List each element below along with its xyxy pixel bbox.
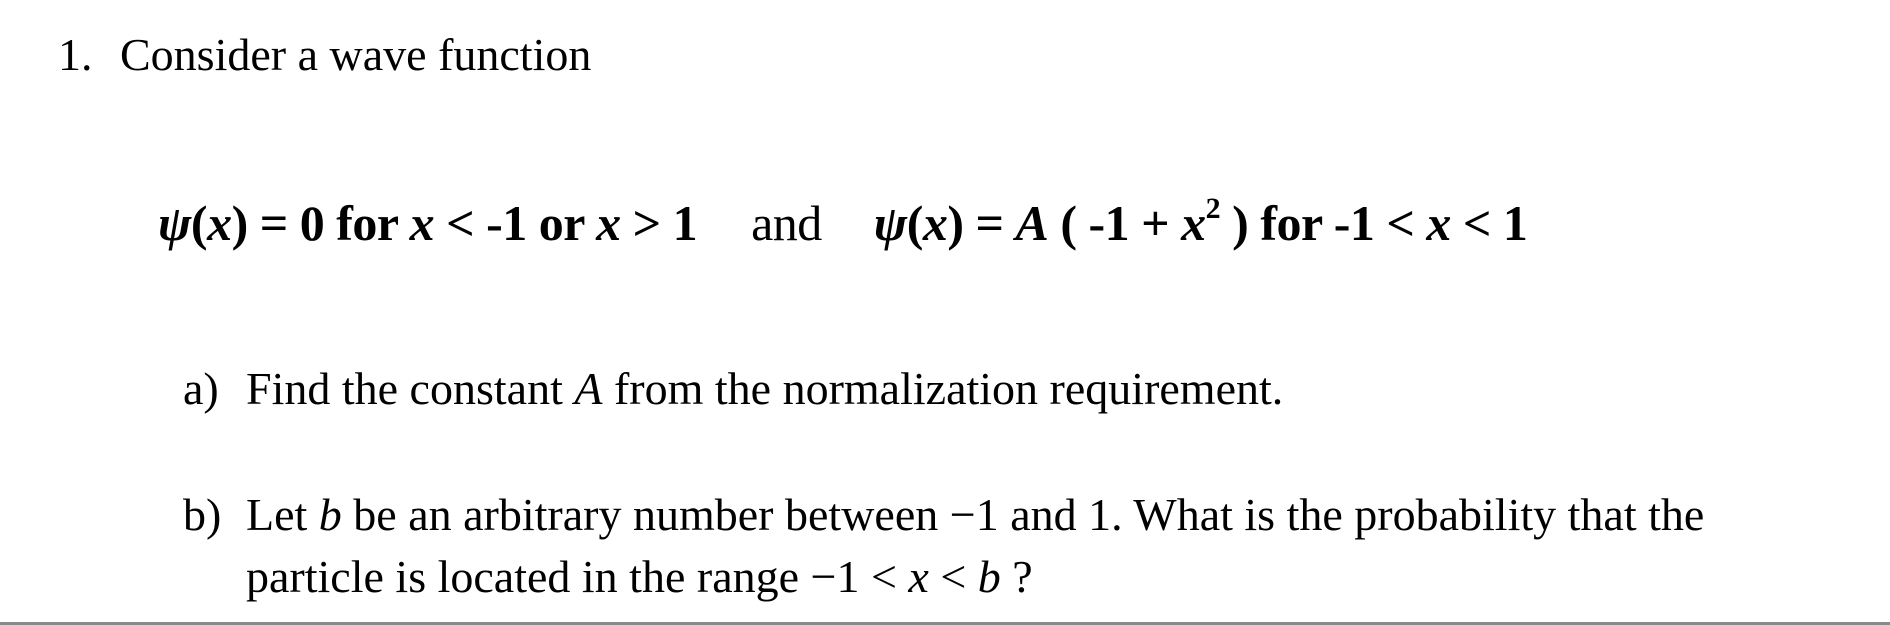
equation-text: ) = 0 for xyxy=(231,195,410,251)
variable-x: x xyxy=(922,195,948,251)
variable-x: x xyxy=(1181,195,1206,251)
text-span: be an arbitrary number between −1 and 1.… xyxy=(341,489,1705,540)
equation-text: ) = xyxy=(947,195,1016,251)
equation-piece-inside: ψ(x) = A ( -1 + x2 ) for -1 < x < 1 xyxy=(873,192,1528,251)
variable-b: b xyxy=(318,489,342,540)
psi-symbol: ψ xyxy=(873,195,907,251)
equation-piece-zero: ψ(x) = 0 for x < -1 or x > 1 xyxy=(158,195,698,251)
sub-question-text: Find the constant A from the normalizati… xyxy=(246,358,1283,420)
sub-question-label: b) xyxy=(183,489,222,540)
sub-question-label: a) xyxy=(183,363,219,414)
variable-x: x xyxy=(1426,195,1451,251)
variable-x: x xyxy=(409,195,435,251)
question-heading: 1. Consider a wave function xyxy=(58,32,591,78)
text-span: Find the constant xyxy=(246,363,575,414)
text-span: from the normalization requirement. xyxy=(602,363,1284,414)
equation-text: > 1 xyxy=(620,195,698,251)
text-span: Let xyxy=(246,489,319,540)
paren: ( xyxy=(906,195,924,251)
equation-connector: and xyxy=(751,195,822,251)
psi-symbol: ψ xyxy=(158,195,191,251)
text-span: ? xyxy=(1000,551,1033,602)
equation-text: ( -1 + xyxy=(1048,195,1182,251)
variable-x: x xyxy=(908,551,929,602)
constant-a: A xyxy=(574,363,603,414)
text-span: < xyxy=(928,551,978,602)
equation-text: ) for -1 < xyxy=(1220,195,1427,251)
variable-x: x xyxy=(207,195,232,251)
wave-function-equation: ψ(x) = 0 for x < -1 or x > 1 and ψ(x) = A … xyxy=(158,192,1528,251)
equation-text: < -1 or xyxy=(434,195,597,251)
variable-b: b xyxy=(977,551,1001,602)
constant-a: A xyxy=(1015,195,1049,251)
question-title: Consider a wave function xyxy=(120,29,592,80)
sub-question-text: Let b be an arbitrary number between −1 … xyxy=(246,484,1704,608)
paren: ( xyxy=(190,195,208,251)
variable-x: x xyxy=(596,195,621,251)
question-number: 1. xyxy=(58,29,93,80)
text-span: particle is located in the range −1 < xyxy=(246,551,909,602)
exponent: 2 xyxy=(1205,192,1221,226)
equation-text: < 1 xyxy=(1450,195,1528,251)
